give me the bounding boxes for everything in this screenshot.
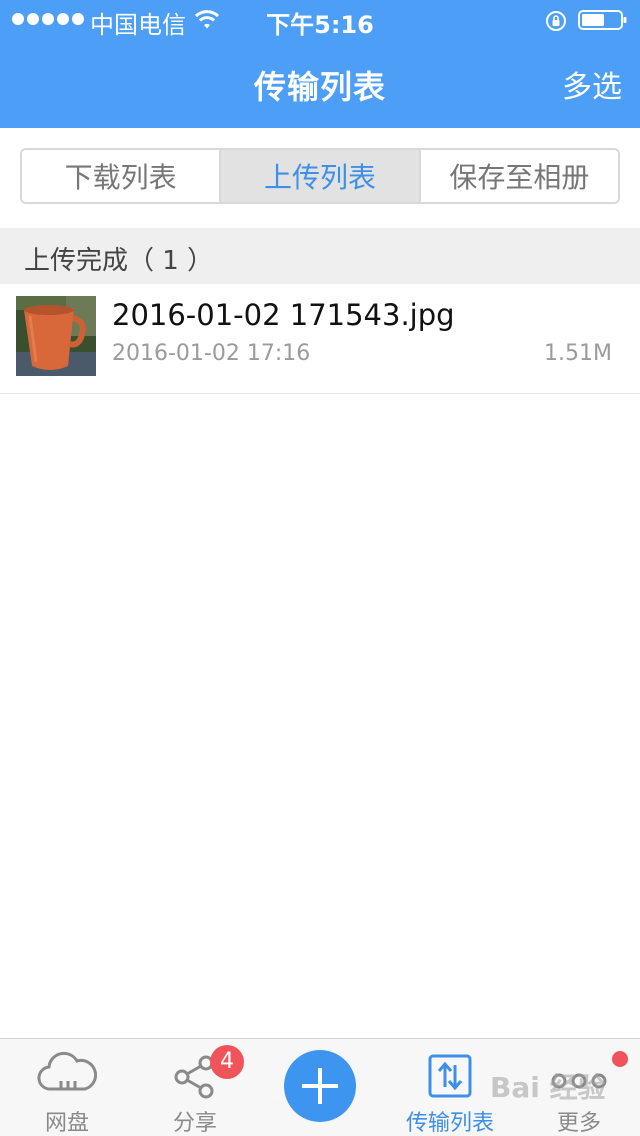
file-date: 2016-01-02 17:16 (112, 341, 311, 366)
file-name: 2016-01-02 171543.jpg (112, 298, 455, 332)
share-badge: 4 (210, 1045, 244, 1079)
transfer-icon (428, 1054, 472, 1098)
screen: 中国电信 下午5:16 传输列表 多选 下载列表 上传列表 保存至相册 上传完成… (0, 0, 640, 1136)
tab-share[interactable]: 4 分享 (140, 1039, 250, 1136)
tab-label: 分享 (172, 1111, 217, 1136)
multiselect-button[interactable]: 多选 (562, 62, 622, 106)
status-bar: 中国电信 下午5:16 (0, 0, 640, 40)
file-size: 1.51M (544, 341, 612, 366)
tab-cloud-drive[interactable]: 网盘 (12, 1039, 122, 1136)
add-button[interactable] (284, 1050, 356, 1122)
tab-save-to-album[interactable]: 保存至相册 (418, 150, 618, 202)
cloud-icon (37, 1051, 97, 1091)
upload-complete-section: 上传完成（ 1 ） (0, 228, 640, 284)
tab-label: 网盘 (44, 1111, 89, 1136)
tab-label: 传输列表 (405, 1111, 494, 1136)
tab-download-list[interactable]: 下载列表 (22, 150, 219, 202)
section-title: 上传完成（ 1 ） (24, 246, 214, 276)
battery-icon (578, 10, 627, 30)
list-item[interactable]: 2016-01-02 171543.jpg 2016-01-02 17:16 1… (0, 284, 640, 394)
tab-upload-list[interactable]: 上传列表 (219, 150, 419, 202)
transfer-segmented-control: 下载列表 上传列表 保存至相册 (20, 148, 620, 204)
plus-icon (302, 1068, 338, 1104)
page-title: 传输列表 (253, 68, 386, 106)
header: 中国电信 下午5:16 传输列表 多选 (0, 0, 640, 128)
watermark: Bai 经验 (490, 1071, 606, 1104)
file-thumbnail (16, 296, 96, 376)
tab-label: 更多 (556, 1111, 601, 1136)
rotation-lock-icon (546, 11, 566, 31)
notification-dot (612, 1051, 628, 1067)
